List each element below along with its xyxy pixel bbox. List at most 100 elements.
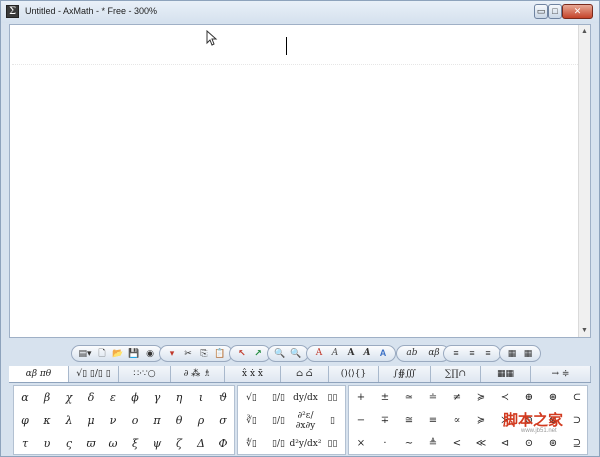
align-center-icon[interactable]: ≡ [465, 347, 479, 360]
operator-symbol-button[interactable]: ⊛ [541, 386, 565, 409]
operator-symbol-button[interactable]: ≽ [469, 386, 493, 409]
equation-editor-canvas[interactable]: ▲ ▼ [9, 24, 591, 338]
operator-symbol-button[interactable]: · [373, 432, 397, 455]
operator-symbol-button[interactable]: × [349, 432, 373, 455]
operator-symbol-button[interactable]: ∝ [445, 409, 469, 432]
operator-symbol-button[interactable]: ≅ [397, 409, 421, 432]
greek-symbol-button[interactable]: ε [102, 386, 124, 409]
operator-symbol-button[interactable]: ≜ [421, 432, 445, 455]
greek-symbol-button[interactable]: ψ [146, 432, 168, 455]
operator-symbol-button[interactable]: ≽ [469, 409, 493, 432]
minimize-button[interactable]: ▭ [534, 4, 548, 19]
greek-symbol-button[interactable]: κ [36, 409, 58, 432]
undo-dropdown-icon[interactable]: ▾ [165, 347, 179, 360]
zoom-out-icon[interactable]: 🔍 [289, 347, 303, 360]
tab-arrows[interactable]: → ≑ [531, 366, 591, 382]
font-normal-button[interactable]: A [312, 347, 326, 360]
tab-dots[interactable]: ∷·∵○ [119, 366, 171, 382]
greek-symbol-button[interactable]: α [14, 386, 36, 409]
template-button[interactable]: ▯/▯ [265, 386, 292, 409]
tab-matrices[interactable]: ▦▦ [481, 366, 531, 382]
greek-symbol-button[interactable]: ϖ [80, 432, 102, 455]
operator-symbol-button[interactable]: ∓ [373, 409, 397, 432]
text-mode-button[interactable]: ab [402, 347, 422, 360]
template-button[interactable]: ∂²ε/∂x∂y [292, 409, 319, 432]
template-button[interactable]: √▯ [238, 386, 265, 409]
greek-symbol-button[interactable]: η [168, 386, 190, 409]
operator-symbol-button[interactable]: ± [373, 386, 397, 409]
operator-symbol-button[interactable]: − [349, 409, 373, 432]
tab-symbols[interactable]: ∂ ⁂ ♗ [171, 366, 225, 382]
tab-templates[interactable]: √▯ ▯/▯ ▯ [69, 366, 119, 382]
close-button[interactable]: ✕ [562, 4, 593, 19]
operator-symbol-button[interactable]: ⊃ [565, 409, 589, 432]
operator-symbol-button[interactable]: ≡ [421, 409, 445, 432]
operator-symbol-button[interactable]: ⊲ [493, 432, 517, 455]
settings-icon[interactable]: ◉ [143, 347, 157, 360]
greek-symbol-button[interactable]: υ [36, 432, 58, 455]
operator-symbol-button[interactable]: + [349, 386, 373, 409]
operator-symbol-button[interactable]: ⊇ [565, 432, 589, 455]
greek-symbol-button[interactable]: ο [124, 409, 146, 432]
template-button[interactable]: d²y/dx² [290, 432, 322, 455]
operator-symbol-button[interactable]: ≐ [421, 386, 445, 409]
greek-symbol-button[interactable]: β [36, 386, 58, 409]
template-button[interactable]: ▯▯ [319, 386, 346, 409]
template-button[interactable]: ▯/▯ [265, 432, 292, 455]
scroll-up-icon[interactable]: ▲ [579, 26, 590, 37]
open-folder-icon[interactable]: 📂 [111, 347, 125, 360]
maximize-button[interactable]: □ [548, 4, 562, 19]
paste-icon[interactable]: 📋 [213, 347, 227, 360]
template-button[interactable]: dy/dx [292, 386, 319, 409]
greek-symbol-button[interactable]: γ [146, 386, 168, 409]
cut-icon[interactable]: ✂ [181, 347, 195, 360]
greek-symbol-button[interactable]: ς [58, 432, 80, 455]
arrow-up-right-icon[interactable]: ↗ [251, 347, 265, 360]
matrix-small-icon[interactable]: ▦ [505, 347, 519, 360]
tab-greek[interactable]: αβ πθ [9, 366, 69, 382]
operator-symbol-button[interactable]: ⊂ [565, 386, 589, 409]
font-italic-button[interactable]: A [328, 347, 342, 360]
tab-accents[interactable]: x̂ ẋ x̄ [225, 366, 281, 382]
tab-brackets[interactable]: ()⟨⟩{} [329, 366, 379, 382]
tab-sums[interactable]: ∑∏∩ [431, 366, 481, 382]
new-document-icon[interactable]: 🗋 [95, 347, 109, 360]
font-outline-button[interactable]: A [376, 347, 390, 360]
app-icon[interactable]: Σ [6, 5, 19, 18]
template-button[interactable]: ▯▯ [319, 432, 346, 455]
matrix-large-icon[interactable]: ▦ [521, 347, 535, 360]
greek-symbol-button[interactable]: Δ [190, 432, 212, 455]
template-button[interactable]: ∛▯ [238, 409, 265, 432]
greek-symbol-button[interactable]: ϑ [212, 386, 234, 409]
zoom-in-icon[interactable]: 🔍 [273, 347, 287, 360]
greek-symbol-button[interactable]: μ [80, 409, 102, 432]
tab-overlines[interactable]: ⌂ ⌂̄ [281, 366, 329, 382]
template-button[interactable]: ∜▯ [238, 432, 265, 455]
greek-symbol-button[interactable]: ϕ [124, 386, 146, 409]
greek-symbol-button[interactable]: θ [168, 409, 190, 432]
vertical-scrollbar[interactable]: ▲ ▼ [578, 25, 590, 337]
operator-symbol-button[interactable]: ≃ [397, 386, 421, 409]
template-button[interactable]: ▯/▯ [265, 409, 292, 432]
greek-mode-button[interactable]: αβ [424, 347, 444, 360]
operator-symbol-button[interactable]: ⊚ [541, 432, 565, 455]
operator-symbol-button[interactable]: ≠ [445, 386, 469, 409]
greek-symbol-button[interactable]: ω [102, 432, 124, 455]
template-button[interactable]: ▯ [319, 409, 346, 432]
greek-symbol-button[interactable]: ζ [168, 432, 190, 455]
copy-icon[interactable]: ⎘ [197, 347, 211, 360]
tab-integrals[interactable]: ∫∯∭ [379, 366, 431, 382]
greek-symbol-button[interactable]: λ [58, 409, 80, 432]
operator-symbol-button[interactable]: ⊙ [517, 432, 541, 455]
greek-symbol-button[interactable]: Φ [212, 432, 234, 455]
new-dropdown-button[interactable]: ▤▾ [77, 347, 93, 360]
greek-symbol-button[interactable]: σ [212, 409, 234, 432]
greek-symbol-button[interactable]: χ [58, 386, 80, 409]
align-left-icon[interactable]: ≡ [449, 347, 463, 360]
align-right-icon[interactable]: ≡ [481, 347, 495, 360]
operator-symbol-button[interactable]: < [445, 432, 469, 455]
greek-symbol-button[interactable]: τ [14, 432, 36, 455]
arrow-up-left-icon[interactable]: ↖ [235, 347, 249, 360]
font-bold-button[interactable]: A [344, 347, 358, 360]
scroll-down-icon[interactable]: ▼ [579, 325, 590, 336]
